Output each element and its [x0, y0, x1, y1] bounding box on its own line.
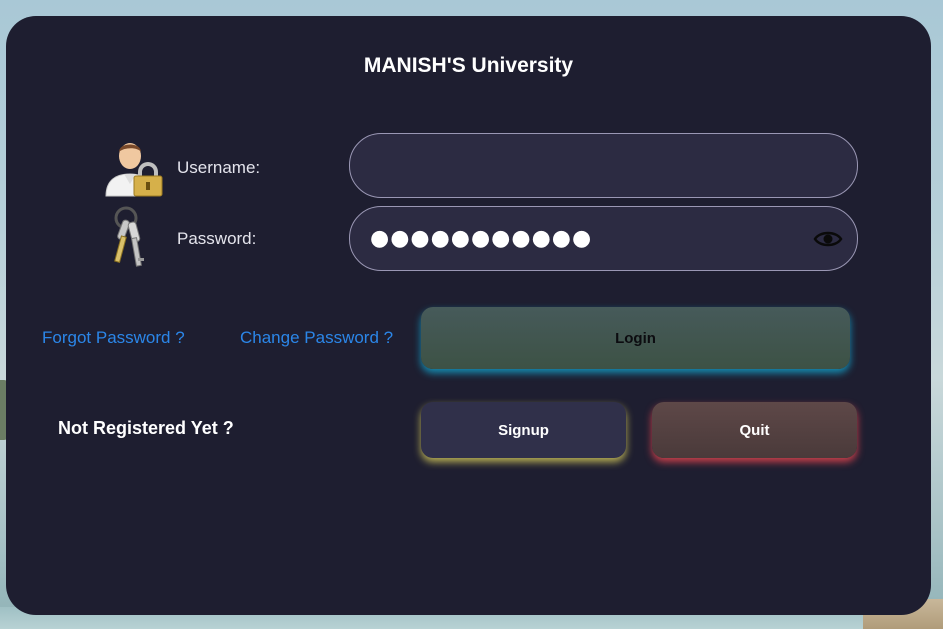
- username-input[interactable]: [370, 134, 810, 197]
- keys-icon: [114, 206, 144, 267]
- username-field[interactable]: [349, 133, 858, 198]
- signup-button[interactable]: Signup: [421, 402, 626, 458]
- login-button[interactable]: Login: [421, 307, 850, 369]
- forgot-password-link[interactable]: Forgot Password ?: [42, 328, 185, 348]
- eye-icon[interactable]: [813, 227, 843, 251]
- user-lock-icon: [105, 143, 163, 197]
- password-label: Password:: [177, 229, 257, 248]
- username-label: Username:: [177, 158, 261, 177]
- password-input[interactable]: [370, 207, 810, 270]
- app-title: MANISH'S University: [363, 54, 574, 77]
- quit-button[interactable]: Quit: [652, 402, 857, 458]
- not-registered-text: Not Registered Yet ?: [58, 418, 234, 438]
- password-field[interactable]: [349, 206, 858, 271]
- change-password-link[interactable]: Change Password ?: [240, 328, 393, 348]
